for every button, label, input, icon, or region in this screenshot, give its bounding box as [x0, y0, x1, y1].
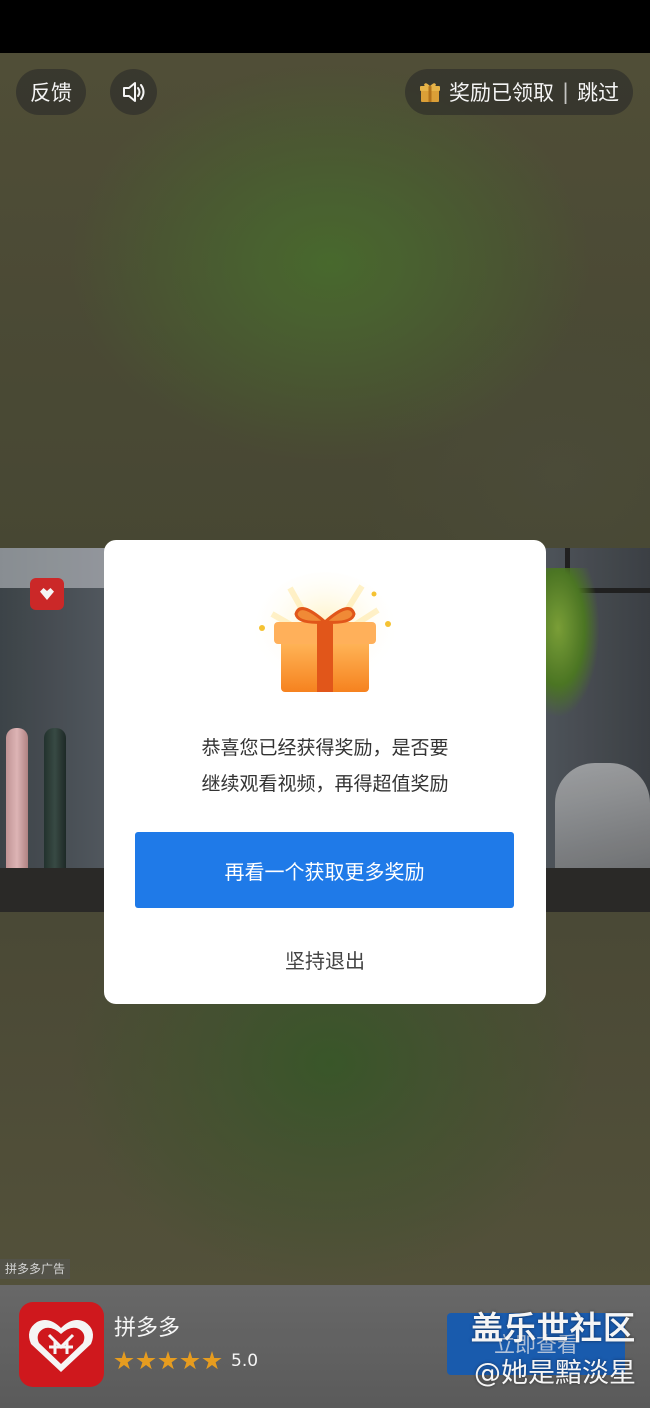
message-line-2: 继续观看视频，再得超值奖励 [201, 773, 449, 795]
reward-message: 恭喜您已经获得奖励，是否要 继续观看视频，再得超值奖励 [104, 730, 546, 802]
gift-box-icon [255, 572, 395, 692]
reward-dialog: 恭喜您已经获得奖励，是否要 继续观看视频，再得超值奖励 再看一个获取更多奖励 坚… [104, 540, 546, 1004]
watch-another-button[interactable]: 再看一个获取更多奖励 [135, 832, 514, 908]
exit-link[interactable]: 坚持退出 [104, 945, 546, 974]
message-line-1: 恭喜您已经获得奖励，是否要 [201, 737, 449, 759]
status-bar [0, 0, 650, 53]
